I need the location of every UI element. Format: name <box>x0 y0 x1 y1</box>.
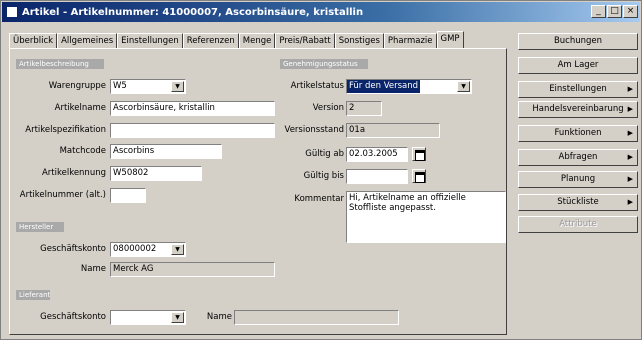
matchcode-field[interactable]: Ascorbins <box>110 144 222 159</box>
artikelstatus-label: Artikelstatus <box>290 81 344 91</box>
window-title: Artikel - Artikelnummer: 41000007, Ascor… <box>22 6 364 18</box>
arrow-right-icon: ▶ <box>627 129 633 137</box>
tab-menge[interactable]: Menge <box>238 33 276 49</box>
artikelstatus-selected-value: Für den Versand <box>347 80 421 93</box>
tab-einstellungen[interactable]: Einstellungen <box>117 33 183 49</box>
tab-referenzen[interactable]: Referenzen <box>182 33 239 49</box>
matchcode-label: Matchcode <box>59 146 106 156</box>
artikelname-field[interactable]: Ascorbinsäure, kristallin <box>110 101 275 116</box>
kommentar-label: Kommentar <box>294 194 344 204</box>
buchungen-button[interactable]: Buchungen <box>518 33 638 50</box>
arrow-right-icon: ▶ <box>627 105 633 113</box>
tab-panel-gmp: Artikelbeschreibung Warengruppe W5 ▼ Art… <box>9 48 507 335</box>
artikelstatus-select[interactable]: Für den Versand ▼ <box>346 79 472 94</box>
warengruppe-select[interactable]: W5 ▼ <box>110 79 186 94</box>
minimize-button[interactable]: _ <box>591 5 606 18</box>
app-icon <box>6 6 18 18</box>
title-bar[interactable]: Artikel - Artikelnummer: 41000007, Ascor… <box>2 2 640 22</box>
artikelnummer-alt-field[interactable] <box>110 188 146 203</box>
funktionen-button[interactable]: Funktionen ▶ <box>518 125 638 142</box>
hersteller-name-field: Merck AG <box>110 262 275 277</box>
version-field: 2 <box>346 101 382 116</box>
tab-sonstiges[interactable]: Sonstiges <box>334 33 384 49</box>
tab-gmp[interactable]: GMP <box>436 31 464 49</box>
close-button[interactable]: × <box>623 5 638 18</box>
handelsvereinbarung-button[interactable]: Handelsvereinbarung ▶ <box>518 101 638 118</box>
gueltig-ab-label: Gültig ab <box>305 149 344 159</box>
calendar-icon[interactable] <box>412 147 426 161</box>
artikelspezifikation-label: Artikelspezifikation <box>25 125 106 135</box>
arrow-right-icon: ▶ <box>627 153 633 161</box>
tab-strip: Überblick Allgemeines Einstellungen Refe… <box>9 31 507 49</box>
hersteller-geschaeftskonto-select[interactable]: 08000002 ▼ <box>110 242 186 257</box>
hersteller-name-label: Name <box>80 264 106 274</box>
lieferant-geschaeftskonto-select[interactable]: ▼ <box>110 310 186 325</box>
versionsstand-field: 01a <box>346 123 440 138</box>
article-window: Artikel - Artikelnummer: 41000007, Ascor… <box>0 0 642 340</box>
tab-pharmazie[interactable]: Pharmazie <box>383 33 437 49</box>
section-header-supplier: Lieferant <box>16 290 50 300</box>
hersteller-geschaeftskonto-label: Geschäftskonto <box>40 244 106 254</box>
arrow-right-icon: ▶ <box>627 175 633 183</box>
arrow-right-icon: ▶ <box>627 198 633 206</box>
einstellungen-button[interactable]: Einstellungen ▶ <box>518 81 638 98</box>
am-lager-button[interactable]: Am Lager <box>518 57 638 74</box>
artikelnummer-alt-label: Artikelnummer (alt.) <box>19 190 106 200</box>
calendar-icon[interactable] <box>412 169 426 183</box>
section-header-manufacturer: Hersteller <box>16 222 64 232</box>
section-header-article: Artikelbeschreibung <box>16 59 104 69</box>
kommentar-textarea[interactable]: Hi, Artikelname an offizielle Stoffliste… <box>346 191 506 243</box>
chevron-down-icon[interactable]: ▼ <box>457 81 470 92</box>
artikelspezifikation-field[interactable] <box>110 123 275 138</box>
chevron-down-icon[interactable]: ▼ <box>171 81 184 92</box>
gueltig-bis-label: Gültig bis <box>303 171 344 181</box>
planung-button[interactable]: Planung ▶ <box>518 171 638 188</box>
lieferant-geschaeftskonto-label: Geschäftskonto <box>40 312 106 322</box>
gueltig-bis-field[interactable] <box>346 169 408 184</box>
warengruppe-label: Warengruppe <box>48 81 106 91</box>
stueckliste-button[interactable]: Stückliste ▶ <box>518 194 638 211</box>
artikelname-label: Artikelname <box>54 103 106 113</box>
section-header-approval: Genehmigungsstatus <box>280 59 368 69</box>
version-label: Version <box>312 103 344 113</box>
artikelkennung-field[interactable]: W50802 <box>110 166 202 181</box>
abfragen-button[interactable]: Abfragen ▶ <box>518 149 638 166</box>
tab-ueberblick[interactable]: Überblick <box>9 33 58 49</box>
artikelkennung-label: Artikelkennung <box>41 168 106 178</box>
tab-allgemeines[interactable]: Allgemeines <box>57 33 118 49</box>
attribute-button: Attribute <box>518 216 638 233</box>
arrow-right-icon: ▶ <box>627 85 633 93</box>
maximize-button[interactable]: □ <box>607 5 622 18</box>
lieferant-name-label: Name <box>206 312 232 322</box>
versionsstand-label: Versionsstand <box>284 125 344 135</box>
chevron-down-icon[interactable]: ▼ <box>171 312 184 323</box>
gueltig-ab-field[interactable]: 02.03.2005 <box>346 147 408 162</box>
lieferant-name-field <box>234 310 399 325</box>
tab-preis-rabatt[interactable]: Preis/Rabatt <box>275 33 335 49</box>
chevron-down-icon[interactable]: ▼ <box>171 244 184 255</box>
